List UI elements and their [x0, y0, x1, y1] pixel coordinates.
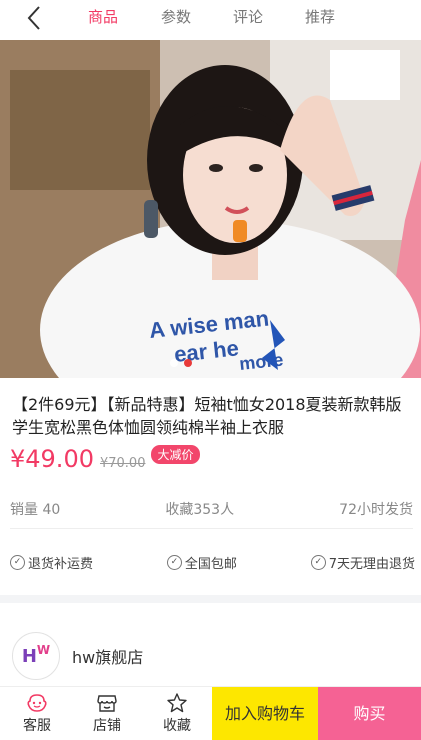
guarantee-return-shipping: ✓ 退货补运费 [10, 553, 93, 572]
favorite-label: 收藏 [163, 718, 191, 734]
back-button[interactable] [22, 4, 48, 32]
section-separator [0, 595, 421, 603]
check-circle-icon: ✓ [166, 555, 182, 570]
chevron-left-icon [27, 6, 40, 30]
store-icon [97, 695, 117, 712]
service-button[interactable]: 客服 [2, 687, 72, 740]
bottom-action-bar: 客服 店铺 收藏 加入购物车 购买 [0, 686, 421, 740]
check-circle-icon: ✓ [310, 555, 326, 570]
shop-logo-letters: W [36, 643, 51, 657]
store-button[interactable]: 店铺 [72, 687, 142, 740]
buy-now-button[interactable]: 购买 [318, 687, 421, 740]
shop-name[interactable]: hw旗舰店 [72, 644, 143, 668]
carousel-dot-active[interactable] [184, 359, 192, 367]
divider [10, 528, 413, 529]
product-photo: A wise man ear he more [0, 40, 421, 378]
check-circle-icon: ✓ [10, 555, 25, 570]
guarantee-label: 全国包邮 [184, 557, 237, 572]
product-image-carousel[interactable]: A wise man ear he more [0, 40, 421, 378]
original-price: ¥70.00 [99, 456, 146, 471]
guarantee-free-shipping: ✓ 全国包邮 [166, 553, 237, 572]
sales-count: 销量 40 [10, 502, 61, 518]
tab-reviews[interactable]: 评论 [233, 6, 263, 27]
product-stats: 销量 40 收藏353人 72小时发货 [10, 499, 413, 519]
store-label: 店铺 [93, 718, 121, 734]
tab-recommend[interactable]: 推荐 [305, 6, 335, 27]
add-to-cart-button[interactable]: 加入购物车 [212, 687, 318, 740]
guarantee-label: 7天无理由退货 [328, 557, 415, 572]
current-price: ¥49.00 [10, 445, 94, 473]
tab-params[interactable]: 参数 [161, 6, 191, 27]
shop-logo-letters: H [21, 645, 37, 667]
shop-info[interactable]: HW hw旗舰店 [12, 630, 143, 682]
tab-product[interactable]: 商品 [88, 6, 118, 27]
top-nav-bar: 商品 参数 评论 推荐 [0, 0, 421, 36]
service-guarantees: ✓ 退货补运费 ✓ 全国包邮 ✓ 7天无理由退货 [10, 553, 415, 572]
shop-logo[interactable]: HW [12, 632, 60, 680]
product-title: 【2件69元】【新品特惠】短袖t恤女2018夏装新款韩版学生宽松黑色体恤圆领纯棉… [12, 395, 402, 437]
carousel-dot[interactable] [170, 359, 178, 367]
favorite-button[interactable]: 收藏 [142, 687, 212, 740]
shipping-time: 72小时发货 [339, 502, 413, 518]
sale-badge: 大减价 [151, 445, 200, 464]
guarantee-label: 退货补运费 [28, 557, 94, 572]
favorites-count: 收藏353人 [165, 502, 235, 518]
star-icon [167, 693, 187, 713]
guarantee-7-day-return: ✓ 7天无理由退货 [310, 553, 415, 572]
price-row: ¥49.00 ¥70.00 大减价 [10, 445, 200, 479]
carousel-indicator [170, 359, 192, 367]
service-face-icon [27, 694, 47, 712]
service-label: 客服 [23, 718, 51, 734]
